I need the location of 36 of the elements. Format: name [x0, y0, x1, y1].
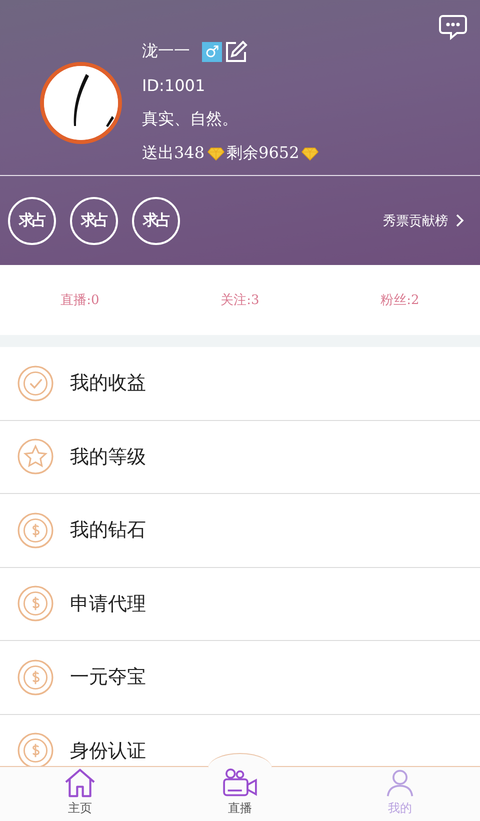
diamonds-sent: 送出348: [142, 143, 205, 164]
menu-item[interactable]: 一元夺宝: [0, 641, 480, 714]
menu-item[interactable]: 申请代理: [0, 568, 480, 641]
tab[interactable]: 直播: [160, 767, 320, 821]
chat-icon[interactable]: [438, 14, 468, 40]
check-icon: [17, 364, 54, 402]
menu-item[interactable]: 我的等级: [0, 420, 480, 494]
dollar-coin-icon: [17, 512, 54, 549]
video-camera-icon: [221, 768, 259, 798]
home-icon: [63, 768, 97, 798]
menu-label: 我的收益: [70, 371, 146, 396]
badge-button[interactable]: 求占: [132, 196, 180, 244]
diamond-icon: [206, 146, 225, 160]
menu-item[interactable]: 我的收益: [0, 347, 480, 420]
dollar-coin-icon: [17, 732, 54, 766]
menu-label: 身份认证: [70, 738, 146, 764]
menu-label: 申请代理: [70, 592, 146, 617]
person-icon: [384, 768, 416, 798]
menu-label: 我的等级: [70, 444, 146, 470]
diamond-icon: [301, 146, 320, 160]
user-name: 泷一一: [142, 41, 190, 62]
menu-item[interactable]: 我的钻石: [0, 494, 480, 568]
diamonds-remaining: 剩余9652: [226, 143, 300, 164]
menu-label: 一元夺宝: [70, 665, 146, 690]
dollar-coin-icon: [17, 658, 54, 696]
badge-button[interactable]: 求占: [70, 196, 118, 244]
menu-label: 我的钻石: [70, 518, 146, 544]
dollar-coin-icon: [17, 585, 54, 622]
user-id: ID:1001: [142, 76, 206, 95]
chevron-right-icon: [456, 214, 464, 227]
edit-icon[interactable]: [224, 40, 248, 64]
badge-button[interactable]: 求占: [8, 196, 56, 244]
ranking-link[interactable]: 秀票贡献榜: [383, 212, 472, 230]
tab[interactable]: 主页: [0, 767, 160, 821]
user-motto: 真实、自然。: [142, 109, 238, 130]
gender-badge: ♂: [202, 42, 222, 62]
